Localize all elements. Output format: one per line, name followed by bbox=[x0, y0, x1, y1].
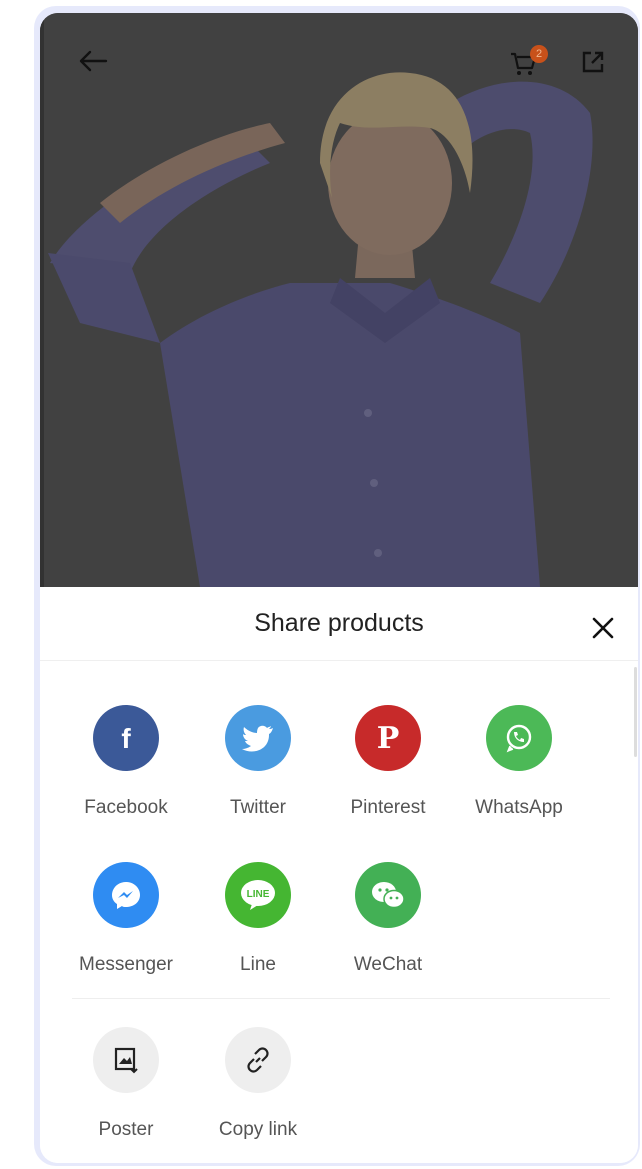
tool-label: Copy link bbox=[218, 1119, 298, 1140]
share-whatsapp[interactable]: WhatsApp bbox=[454, 705, 584, 819]
share-label: Pinterest bbox=[350, 797, 426, 818]
phone-screen: 2 Share products f Facebook Twitter P Pi… bbox=[40, 13, 638, 1163]
twitter-icon bbox=[225, 705, 291, 771]
share-label: Facebook bbox=[84, 797, 168, 818]
arrow-left-icon bbox=[79, 50, 108, 72]
line-logo-text: LINE bbox=[247, 889, 270, 900]
link-icon bbox=[225, 1027, 291, 1093]
share-line[interactable]: LINE Line bbox=[193, 862, 323, 976]
share-label: Line bbox=[240, 954, 276, 975]
messenger-icon bbox=[93, 862, 159, 928]
share-label: WeChat bbox=[353, 954, 423, 975]
svg-text:P: P bbox=[377, 721, 400, 755]
share-facebook[interactable]: f Facebook bbox=[61, 705, 191, 819]
close-button[interactable] bbox=[588, 613, 618, 643]
pinterest-icon: P bbox=[355, 705, 421, 771]
share-label: Twitter bbox=[230, 797, 286, 818]
share-messenger[interactable]: Messenger bbox=[61, 862, 191, 976]
whatsapp-icon bbox=[486, 705, 552, 771]
close-icon bbox=[592, 617, 614, 639]
cart-button[interactable]: 2 bbox=[508, 45, 548, 85]
product-image[interactable]: 2 bbox=[40, 13, 638, 587]
tool-copy-link[interactable]: Copy link bbox=[193, 1027, 323, 1141]
tool-poster[interactable]: Poster bbox=[61, 1027, 191, 1141]
sheet-header: Share products bbox=[40, 587, 638, 661]
scrollbar[interactable] bbox=[634, 667, 637, 757]
share-twitter[interactable]: Twitter bbox=[193, 705, 323, 819]
share-label: WhatsApp bbox=[475, 797, 563, 818]
facebook-icon: f bbox=[93, 705, 159, 771]
poster-icon bbox=[93, 1027, 159, 1093]
wechat-icon bbox=[355, 862, 421, 928]
sheet-title: Share products bbox=[254, 609, 424, 637]
share-pinterest[interactable]: P Pinterest bbox=[323, 705, 453, 819]
share-wechat[interactable]: WeChat bbox=[323, 862, 453, 976]
divider bbox=[72, 998, 610, 999]
back-button[interactable] bbox=[78, 49, 114, 85]
line-icon: LINE bbox=[225, 862, 291, 928]
share-sheet: Share products f Facebook Twitter P Pint… bbox=[40, 587, 638, 1163]
cart-count-badge: 2 bbox=[530, 45, 548, 63]
share-label: Messenger bbox=[79, 954, 173, 975]
svg-text:f: f bbox=[121, 723, 131, 753]
dim-overlay bbox=[40, 13, 638, 587]
tool-label: Poster bbox=[98, 1119, 154, 1140]
external-link-icon bbox=[582, 51, 604, 73]
share-button[interactable] bbox=[580, 49, 616, 85]
